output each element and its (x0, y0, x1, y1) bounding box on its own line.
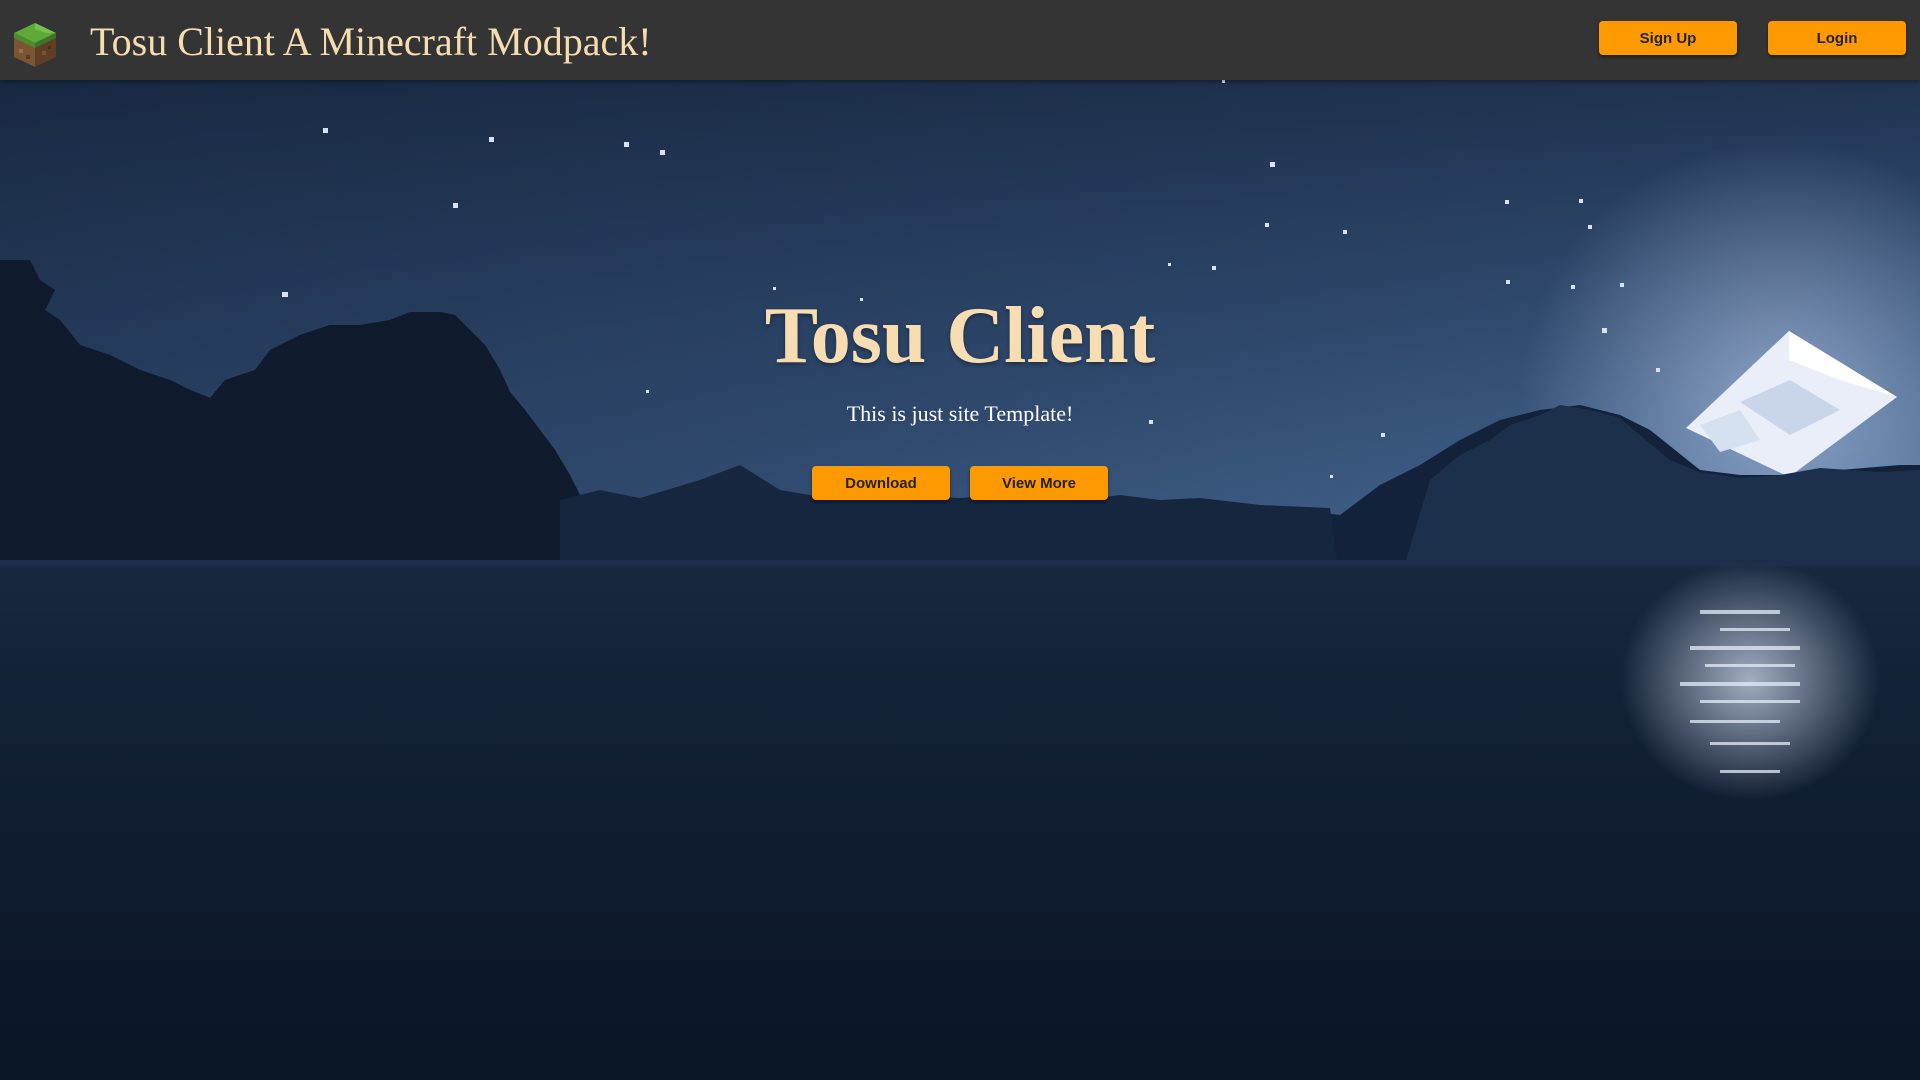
top-navbar: Tosu Client A Minecraft Modpack! Sign Up… (0, 0, 1920, 80)
view-more-button[interactable]: View More (970, 466, 1108, 500)
login-button[interactable]: Login (1768, 21, 1906, 55)
hero-actions: Download View More (0, 466, 1920, 500)
hero-section: Tosu Client This is just site Template! … (0, 290, 1920, 500)
background-scene (0, 80, 1920, 1080)
sign-up-button[interactable]: Sign Up (1599, 21, 1737, 55)
site-title: Tosu Client A Minecraft Modpack! (90, 19, 652, 64)
hero-title: Tosu Client (764, 292, 1156, 380)
page: Tosu Client A Minecraft Modpack! Sign Up… (0, 0, 1920, 1080)
grass-block-icon[interactable] (12, 21, 58, 69)
download-button[interactable]: Download (812, 466, 950, 500)
hero-subtitle: This is just site Template! (846, 401, 1074, 426)
